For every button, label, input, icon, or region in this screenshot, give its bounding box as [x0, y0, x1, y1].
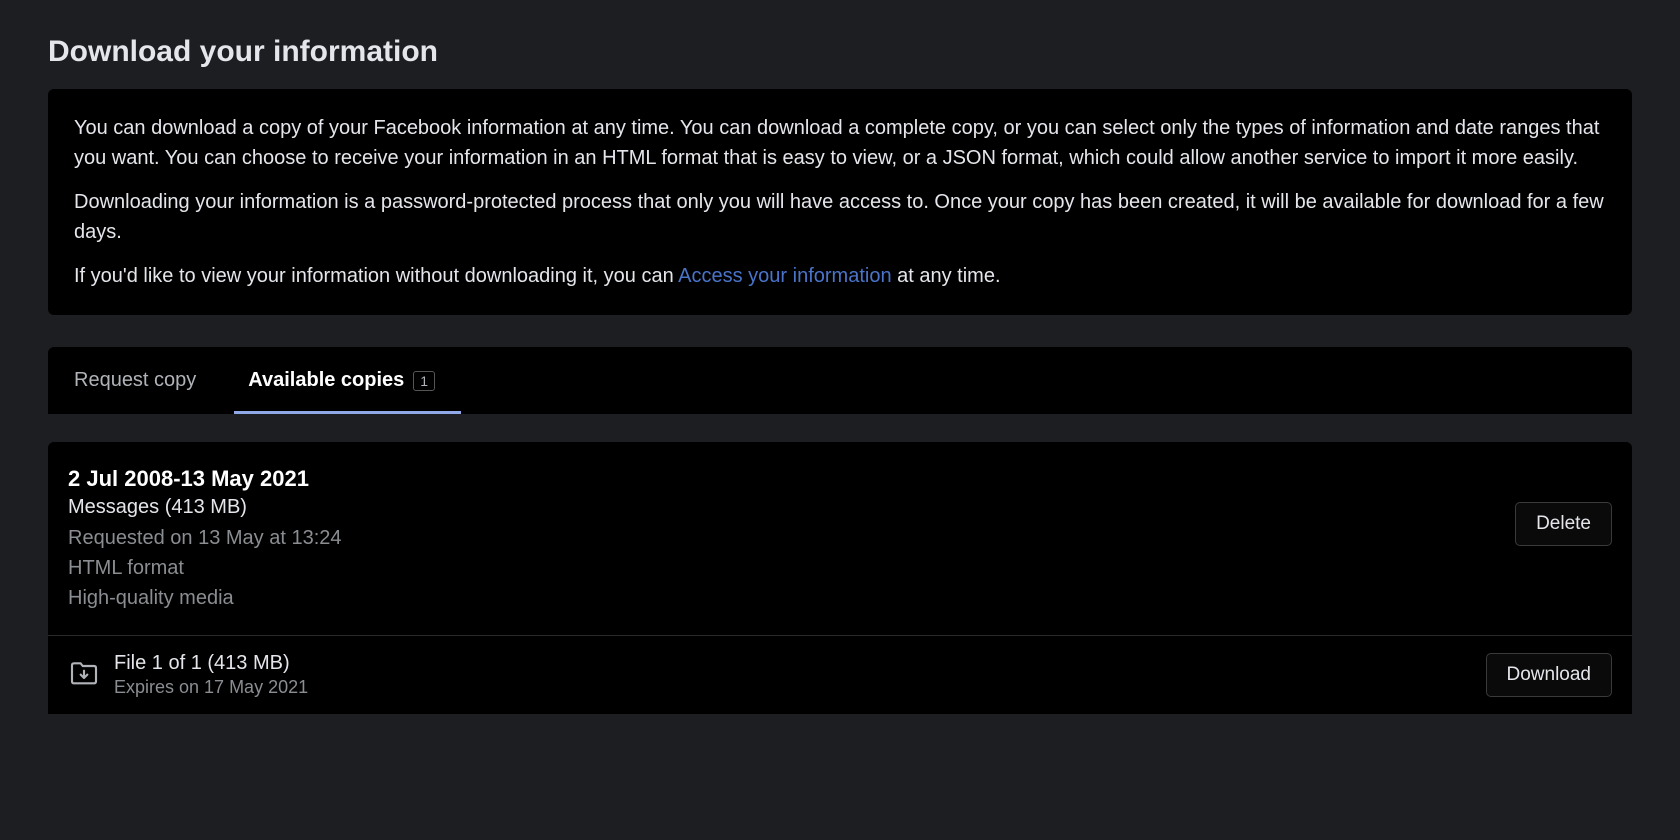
- copy-media-quality: High-quality media: [68, 583, 1515, 613]
- copy-requested-time: Requested on 13 May at 13:24: [68, 523, 1515, 553]
- available-copies-count-badge: 1: [413, 371, 435, 391]
- download-button[interactable]: Download: [1486, 653, 1613, 697]
- file-info: File 1 of 1 (413 MB) Expires on 17 May 2…: [114, 652, 308, 698]
- info-p3-after: at any time.: [892, 265, 1001, 287]
- info-p3-before: If you'd like to view your information w…: [74, 265, 678, 287]
- info-paragraph-3: If you'd like to view your information w…: [74, 261, 1606, 291]
- tabs-bar: Request copy Available copies 1: [48, 347, 1632, 414]
- access-info-link[interactable]: Access your information: [678, 265, 891, 287]
- info-paragraph-2: Downloading your information is a passwo…: [74, 187, 1606, 247]
- file-name: File 1 of 1 (413 MB): [114, 652, 308, 675]
- copy-content-summary: Messages (413 MB): [68, 496, 1515, 519]
- copy-card: 2 Jul 2008-13 May 2021 Messages (413 MB)…: [48, 442, 1632, 714]
- folder-download-icon: [68, 656, 100, 688]
- info-paragraph-1: You can download a copy of your Facebook…: [74, 113, 1606, 173]
- copy-format: HTML format: [68, 553, 1515, 583]
- page-title: Download your information: [48, 35, 1632, 69]
- copy-info: 2 Jul 2008-13 May 2021 Messages (413 MB)…: [68, 466, 1515, 613]
- copy-date-range: 2 Jul 2008-13 May 2021: [68, 466, 1515, 492]
- info-card: You can download a copy of your Facebook…: [48, 89, 1632, 315]
- tab-request-copy[interactable]: Request copy: [48, 347, 222, 414]
- tab-available-copies[interactable]: Available copies 1: [222, 347, 461, 414]
- delete-button[interactable]: Delete: [1515, 502, 1612, 546]
- tab-request-copy-label: Request copy: [74, 369, 196, 392]
- file-expires: Expires on 17 May 2021: [114, 677, 308, 698]
- file-left: File 1 of 1 (413 MB) Expires on 17 May 2…: [68, 652, 308, 698]
- file-row: File 1 of 1 (413 MB) Expires on 17 May 2…: [48, 636, 1632, 714]
- copy-header: 2 Jul 2008-13 May 2021 Messages (413 MB)…: [48, 442, 1632, 636]
- tab-available-copies-label: Available copies: [248, 369, 404, 392]
